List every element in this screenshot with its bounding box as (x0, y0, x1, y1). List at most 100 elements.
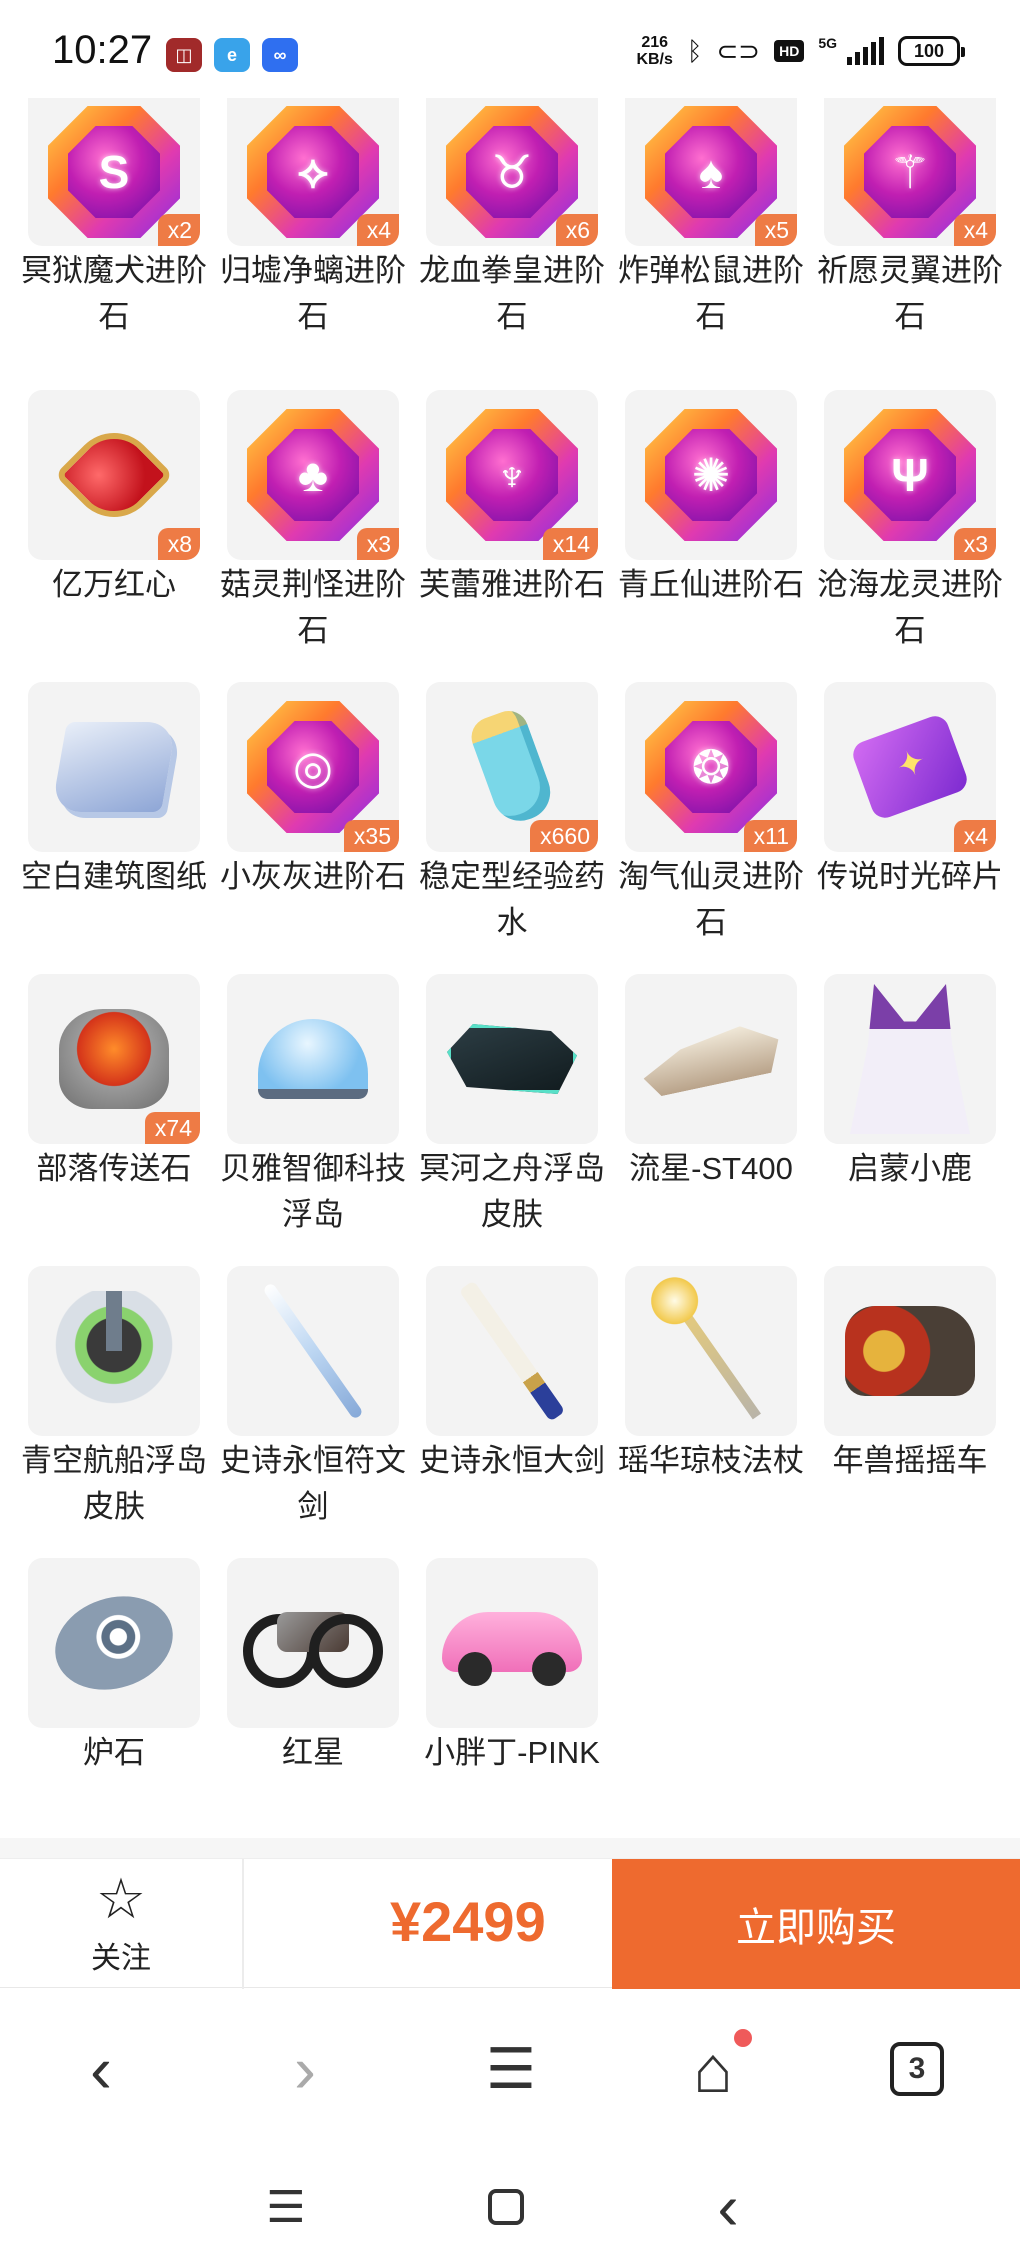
quantity-badge: x14 (542, 528, 598, 560)
item-card[interactable]: 史诗永恒大剑 (419, 1266, 605, 1558)
quantity-badge: x74 (144, 1112, 200, 1144)
item-thumbnail: x8 (28, 390, 200, 560)
gem-icon: ♣ (247, 409, 379, 541)
item-name: 炸弹松鼠进阶石 (618, 253, 804, 334)
item-thumbnail: Sx2 (28, 98, 200, 246)
item-card[interactable]: 小胖丁-PINK (424, 1558, 600, 1850)
item-card[interactable]: 年兽摇摇车 (824, 1266, 996, 1558)
item-name: 贝雅智御科技浮岛 (220, 1151, 406, 1232)
item-card[interactable]: 启蒙小鹿 (824, 974, 996, 1266)
item-thumbnail (28, 682, 200, 852)
item-card[interactable]: ♣ x3 菇灵荆怪进阶石 (220, 390, 406, 682)
purchase-bar: ☆ 关注 ¥2499 立即购买 (0, 1858, 1020, 1989)
item-thumbnail (426, 1558, 598, 1728)
bluetooth-icon: ᛒ (686, 35, 703, 66)
item-card[interactable]: 瑶华琼枝法杖 (618, 1266, 804, 1558)
greatsword-icon (458, 1280, 566, 1422)
item-thumbnail (625, 974, 797, 1144)
item-card[interactable]: Sx2 冥狱魔犬进阶石 (21, 98, 207, 390)
quantity-badge: x4 (953, 214, 996, 246)
network-type: 5G (818, 35, 837, 51)
item-card[interactable]: 史诗永恒符文剑 (220, 1266, 406, 1558)
item-name: 炉石 (83, 1735, 145, 1770)
tabs-button[interactable]: 3 (872, 2029, 962, 2109)
floating-island-icon (258, 1019, 368, 1099)
follow-button[interactable]: ☆ 关注 (0, 1859, 244, 1989)
back-icon[interactable]: ‹ (56, 2029, 146, 2109)
item-thumbnail: ⚚ x4 (824, 98, 996, 246)
system-back-icon[interactable]: ‹ (688, 2171, 768, 2243)
quantity-badge: x4 (356, 214, 399, 246)
gem-icon: ✺ (645, 409, 777, 541)
item-card[interactable]: 冥河之舟浮岛皮肤 (419, 974, 605, 1266)
item-card[interactable]: ◎ x35 小灰灰进阶石 (220, 682, 406, 974)
item-card[interactable]: x8 亿万红心 (28, 390, 200, 682)
quantity-badge: x3 (356, 528, 399, 560)
item-card[interactable]: 青空航船浮岛皮肤 (21, 1266, 207, 1558)
item-grid: Sx2 冥狱魔犬进阶石 ⟡ x4 归墟净螭进阶石 ♉ x6 龙血拳皇进阶石 ♠ x5 炸弹松鼠进阶石… (21, 98, 1003, 1850)
browser-toolbar: ‹ › ☰ ⌂ 3 (0, 1989, 1020, 2144)
menu-icon[interactable]: ☰ (466, 2029, 556, 2109)
item-card[interactable]: ❂ x11 淘气仙灵进阶石 (618, 682, 804, 974)
quantity-badge: x3 (953, 528, 996, 560)
item-card[interactable]: 红星 (227, 1558, 399, 1850)
item-card[interactable]: 空白建筑图纸 (21, 682, 207, 974)
item-thumbnail (625, 1266, 797, 1436)
item-card[interactable]: ⚚ x4 祈愿灵翼进阶石 (817, 98, 1003, 390)
item-name: 冥狱魔犬进阶石 (21, 253, 207, 334)
item-name: 传说时光碎片 (817, 859, 1003, 894)
deer-icon (850, 984, 970, 1134)
item-card[interactable]: 流星-ST400 (625, 974, 797, 1266)
item-name: 芙蕾雅进阶石 (419, 567, 605, 602)
item-name: 空白建筑图纸 (21, 859, 207, 894)
item-thumbnail (28, 1266, 200, 1436)
system-home-button[interactable] (466, 2172, 546, 2242)
item-card[interactable]: Ψx3 沧海龙灵进阶石 (817, 390, 1003, 682)
system-menu-icon[interactable]: ☰ (246, 2172, 326, 2242)
item-name: 祈愿灵翼进阶石 (817, 253, 1003, 334)
item-name: 部落传送石 (36, 1151, 192, 1186)
item-card[interactable]: x74 部落传送石 (28, 974, 200, 1266)
status-indicators: 216 KB/s ᛒ ⊂⊃ HD 5G 100 (636, 34, 965, 68)
system-nav-bar: ☰ ‹ (0, 2144, 1020, 2267)
item-thumbnail (227, 1266, 399, 1436)
item-name: 青丘仙进阶石 (618, 567, 804, 602)
item-thumbnail: x660 (426, 682, 598, 852)
status-time: 10:27 (52, 28, 153, 72)
hd-badge: HD (774, 40, 805, 62)
item-card[interactable]: ⟡ x4 归墟净螭进阶石 (220, 98, 406, 390)
quantity-badge: x5 (754, 214, 797, 246)
item-name: 淘气仙灵进阶石 (618, 859, 804, 940)
item-card[interactable]: x660 稳定型经验药水 (419, 682, 605, 974)
item-thumbnail (824, 974, 996, 1144)
item-card[interactable]: 炉石 (28, 1558, 200, 1850)
quantity-badge: x11 (743, 820, 797, 852)
item-thumbnail: ♉ x6 (426, 98, 598, 246)
item-card[interactable]: ♉ x6 龙血拳皇进阶石 (419, 98, 605, 390)
home-button[interactable]: ⌂ (668, 2029, 758, 2109)
item-card[interactable]: x4 传说时光碎片 (817, 682, 1003, 974)
link-app-icon: ∞ (262, 38, 298, 72)
quantity-badge: x35 (343, 820, 399, 852)
item-name: 史诗永恒大剑 (419, 1443, 605, 1478)
browser-app-icon: e (214, 38, 250, 72)
item-thumbnail: x4 (824, 682, 996, 852)
item-card[interactable]: 贝雅智御科技浮岛 (220, 974, 406, 1266)
quantity-badge: x8 (157, 528, 200, 560)
notification-dot (734, 2029, 752, 2047)
tabs-count: 3 (890, 2042, 944, 2096)
heart-icon (54, 415, 174, 535)
airship-island-icon (44, 1291, 184, 1411)
square-icon (488, 2189, 524, 2225)
item-card[interactable]: ✺ 青丘仙进阶石 (618, 390, 804, 682)
item-name: 青空航船浮岛皮肤 (21, 1443, 207, 1524)
item-thumbnail: ♣ x3 (227, 390, 399, 560)
item-name: 史诗永恒符文剑 (220, 1443, 406, 1524)
item-name: 启蒙小鹿 (848, 1151, 972, 1186)
forward-icon[interactable]: › (260, 2029, 350, 2109)
buy-now-button[interactable]: 立即购买 (612, 1859, 1020, 1989)
item-card[interactable]: ♠ x5 炸弹松鼠进阶石 (618, 98, 804, 390)
quantity-badge: x2 (157, 214, 200, 246)
item-thumbnail (227, 974, 399, 1144)
item-card[interactable]: ♆ x14 芙蕾雅进阶石 (419, 390, 605, 682)
